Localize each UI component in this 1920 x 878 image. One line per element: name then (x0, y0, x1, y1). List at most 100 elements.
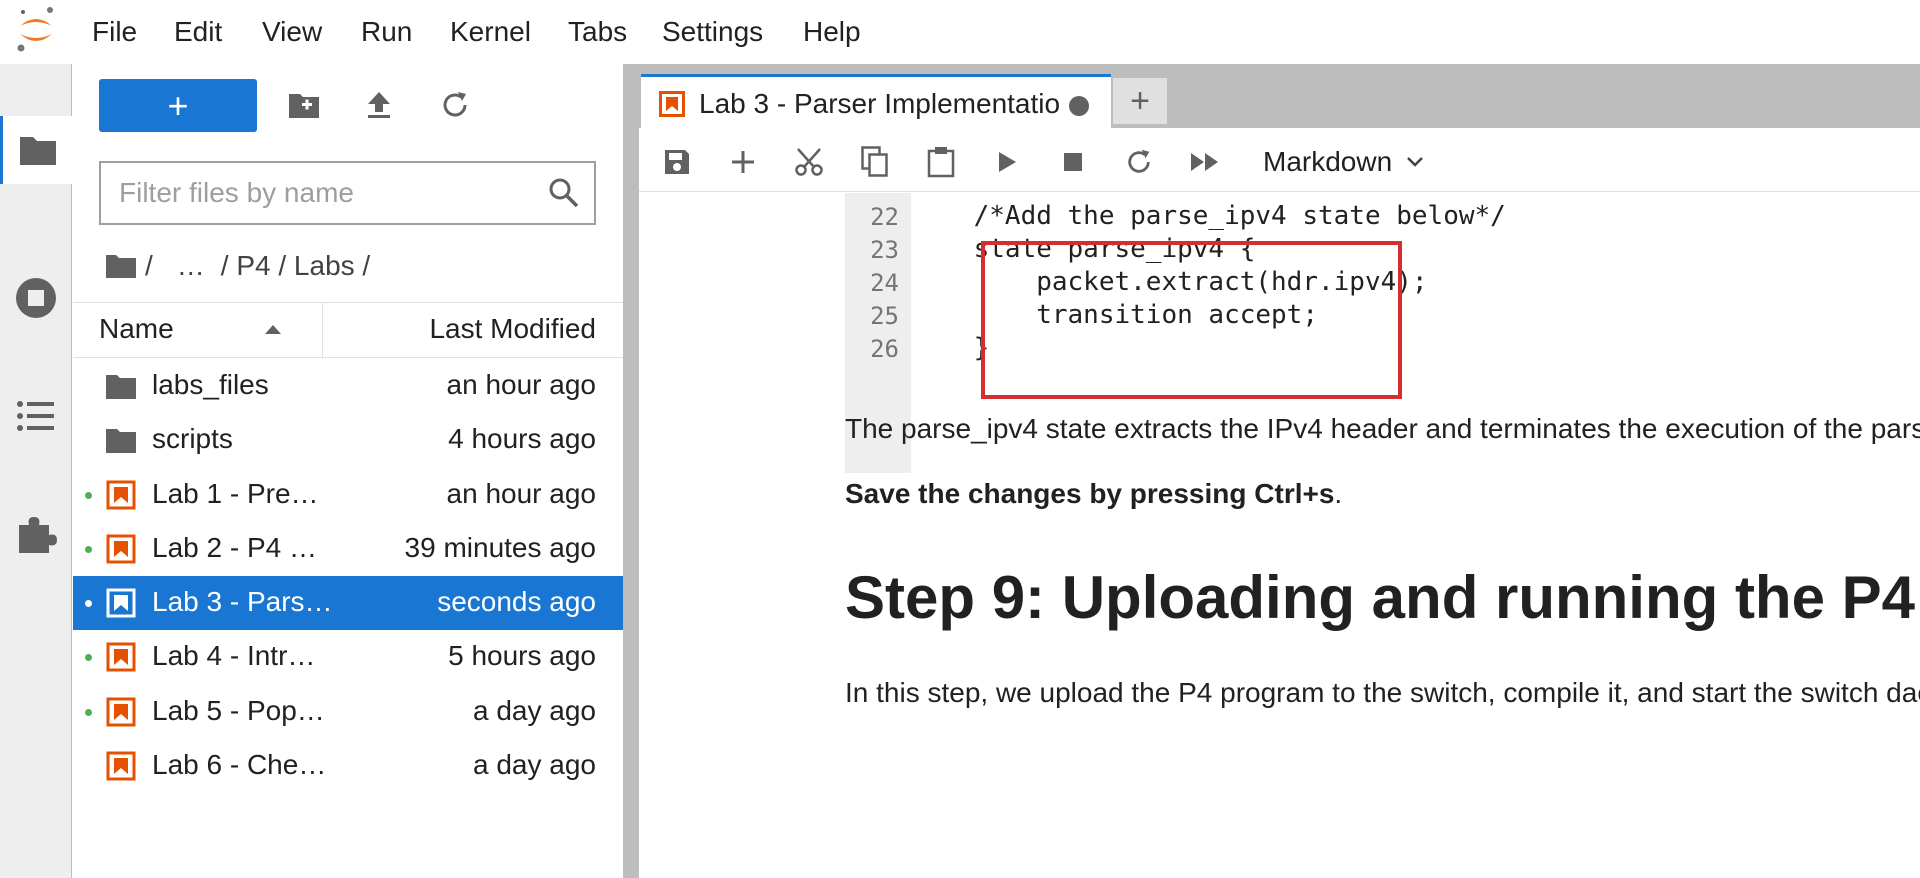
line-number: 22 (870, 203, 899, 231)
running-indicator-icon (85, 491, 92, 499)
new-folder-icon (289, 94, 319, 118)
breadcrumb-ellipsis[interactable]: … (177, 250, 205, 282)
new-tab-button[interactable]: + (1113, 78, 1167, 124)
notebook-icon (106, 697, 136, 727)
restart-kernel-button[interactable] (1119, 142, 1159, 182)
file-row[interactable]: Lab 3 - Pars… seconds ago (73, 576, 623, 631)
cut-button[interactable] (789, 142, 829, 182)
file-last-modified: 4 hours ago (448, 423, 596, 455)
menu-kernel[interactable]: Kernel (450, 14, 531, 50)
notebook-content[interactable]: 22 23 24 25 26 /*Add the parse_ipv4 state be… (639, 193, 1920, 878)
table-of-contents-tab[interactable] (0, 382, 72, 450)
plus-label: + (1130, 82, 1150, 120)
notebook-icon (106, 534, 136, 564)
markdown-instruction: Save the changes by pressing Ctrl+s. (845, 478, 1342, 510)
play-icon (999, 152, 1016, 172)
plus-label: + (167, 84, 189, 126)
file-name: Lab 5 - Pop… (152, 694, 325, 726)
file-row[interactable]: Lab 1 - Pre… an hour ago (73, 468, 623, 522)
upload-button[interactable] (358, 84, 400, 126)
save-button[interactable] (657, 142, 697, 182)
file-listing-header: Name Last Modified (73, 302, 623, 359)
code-line: } (911, 333, 990, 363)
refresh-button[interactable] (434, 84, 476, 126)
file-list: labs_files an hour ago scripts 4 hours ago L… (73, 359, 623, 793)
panel-splitter[interactable] (623, 64, 639, 878)
last-modified-column-header[interactable]: Last Modified (429, 313, 596, 345)
tab-bar: Lab 3 - Parser Implementation + (639, 64, 1920, 132)
file-last-modified: a day ago (473, 749, 596, 781)
menu-settings[interactable]: Settings (662, 14, 763, 50)
jupyter-logo-icon (17, 7, 53, 52)
notebook-icon (106, 588, 136, 618)
running-indicator-icon (85, 654, 92, 662)
name-column-header[interactable]: Name (99, 313, 174, 345)
file-filter-input[interactable] (119, 173, 529, 213)
menu-edit[interactable]: Edit (174, 14, 222, 50)
file-row[interactable]: Lab 6 - Che… a day ago (73, 739, 623, 793)
menu-tabs[interactable]: Tabs (568, 14, 627, 50)
paste-button[interactable] (921, 142, 961, 182)
file-last-modified: 5 hours ago (448, 640, 596, 672)
markdown-paragraph: The parse_ipv4 state extracts the IPv4 h… (845, 413, 1920, 444)
folder-icon (106, 429, 136, 454)
breadcrumb-root[interactable]: / (145, 250, 153, 282)
menu-run[interactable]: Run (361, 14, 412, 50)
sort-ascending-icon (265, 325, 281, 334)
file-row[interactable]: Lab 4 - Intr… 5 hours ago (73, 630, 623, 684)
insert-cell-button[interactable] (723, 142, 763, 182)
step-heading: Step 9: Uploading and running the P4 pro… (845, 564, 1920, 631)
new-launcher-button[interactable]: + (99, 79, 257, 132)
notebook-icon (106, 480, 136, 510)
run-button[interactable] (987, 142, 1027, 182)
file-last-modified: 39 minutes ago (404, 531, 596, 563)
column-divider[interactable] (322, 303, 323, 359)
stop-icon (1064, 153, 1082, 171)
cell-type-dropdown[interactable]: Markdown (1263, 140, 1424, 184)
cell-type-value: Markdown (1263, 146, 1393, 177)
extension-manager-tab[interactable] (0, 500, 72, 568)
file-name: Lab 2 - P4 … (152, 531, 317, 563)
menu-bar: File Edit View Run Kernel Tabs Settings … (0, 0, 1920, 64)
extension-manager-icon (19, 517, 57, 553)
chevron-down-icon (1407, 157, 1424, 167)
copy-icon (861, 146, 888, 177)
upload-icon (368, 92, 390, 118)
file-browser-tab[interactable] (0, 116, 73, 184)
file-browser: + / … / P4 / Labs / Name (73, 64, 623, 878)
line-number: 24 (870, 269, 899, 297)
breadcrumb-path[interactable]: / P4 / Labs / (221, 250, 370, 282)
interrupt-button[interactable] (1053, 142, 1093, 182)
new-folder-button[interactable] (283, 84, 325, 126)
refresh-icon (443, 92, 467, 117)
bold-instruction: Save the changes by pressing Ctrl+s (845, 478, 1335, 509)
file-filter-box (99, 161, 596, 225)
restart-run-all-button[interactable] (1185, 142, 1225, 182)
line-number: 23 (870, 236, 899, 264)
copy-button[interactable] (855, 142, 895, 182)
file-last-modified: an hour ago (446, 369, 596, 400)
folder-icon (106, 375, 136, 399)
menu-view[interactable]: View (262, 14, 322, 50)
running-sessions-tab[interactable] (0, 264, 72, 332)
notebook-icon (106, 751, 136, 781)
cut-icon (795, 148, 823, 176)
menu-help[interactable]: Help (803, 14, 861, 50)
folder-icon (20, 137, 56, 165)
home-folder-icon[interactable] (105, 253, 137, 279)
file-last-modified: an hour ago (446, 477, 596, 509)
table-of-contents-icon (17, 401, 54, 431)
breadcrumb: / … / P4 / Labs / (105, 246, 384, 286)
menu-file[interactable]: File (92, 14, 137, 50)
save-icon (665, 150, 689, 174)
instruction-tail: . (1334, 478, 1343, 509)
unsaved-indicator-icon[interactable] (1069, 96, 1089, 116)
file-name: Lab 4 - Intr… (152, 640, 316, 672)
running-sessions-icon (16, 278, 56, 318)
tab-lab3-notebook[interactable]: Lab 3 - Parser Implementation (641, 74, 1111, 132)
file-row[interactable]: Lab 2 - P4 … 39 minutes ago (73, 522, 623, 576)
running-indicator-icon (85, 600, 92, 608)
file-row[interactable]: labs_files an hour ago (73, 359, 623, 413)
file-row[interactable]: scripts 4 hours ago (73, 413, 623, 467)
file-row[interactable]: Lab 5 - Pop… a day ago (73, 685, 623, 739)
